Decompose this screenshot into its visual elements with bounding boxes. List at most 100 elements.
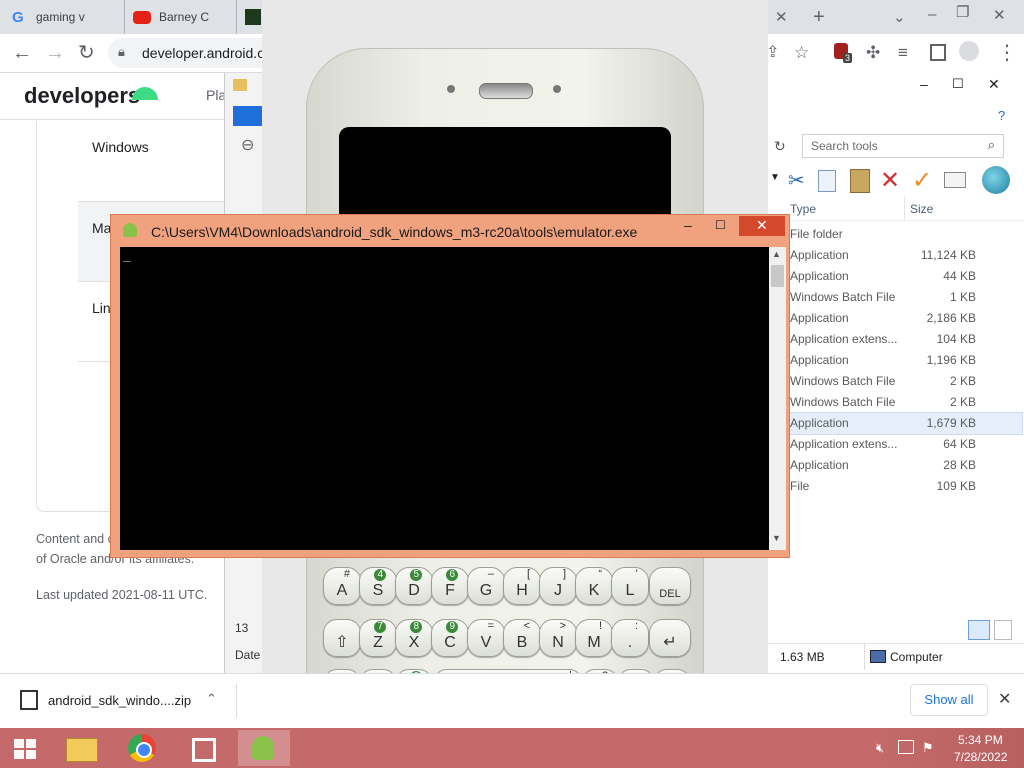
cut-scissors-icon[interactable]: ✂ <box>788 168 805 193</box>
keyboard-key[interactable]: A # <box>323 567 361 605</box>
console-close-button[interactable]: ✕ <box>739 216 785 236</box>
download-item[interactable]: android_sdk_windo....zip ⌃ <box>8 682 234 720</box>
side-panel-icon[interactable] <box>930 44 946 61</box>
keyboard-key[interactable]: F6 <box>431 567 469 605</box>
tab-search-chevron-icon[interactable]: ⌄ <box>893 8 906 26</box>
network-icon[interactable] <box>898 740 914 754</box>
key-label: DEL <box>659 588 681 600</box>
file-row[interactable]: Windows Batch File 2 KB <box>790 371 1022 392</box>
clock-time[interactable]: 5:34 PM <box>958 733 1003 747</box>
file-row[interactable]: File folder <box>790 224 1022 245</box>
scroll-down-icon[interactable]: ▼ <box>772 533 781 543</box>
scroll-up-icon[interactable]: ▲ <box>772 249 781 259</box>
keyboard-key[interactable]: D5 <box>395 567 433 605</box>
tab-youtube[interactable]: Barney C <box>124 0 243 34</box>
close-download-bar-icon[interactable]: ✕ <box>998 689 1011 709</box>
file-row[interactable]: Windows Batch File 1 KB <box>790 287 1022 308</box>
chevron-up-icon[interactable]: ⌃ <box>206 691 217 707</box>
reading-list-icon[interactable]: ≡ <box>898 43 908 63</box>
console-minimize-icon[interactable]: – <box>684 217 692 233</box>
android-logo-icon <box>132 87 158 100</box>
shell-icon[interactable] <box>982 166 1010 194</box>
keyboard-key[interactable]: X8 <box>395 619 433 657</box>
checkmark-icon[interactable]: ✓ <box>912 166 932 195</box>
tiles-view-icon[interactable] <box>994 620 1012 640</box>
file-row[interactable]: Application 11,124 KB <box>790 245 1022 266</box>
date-column-header[interactable]: Date <box>235 648 260 662</box>
keyboard-key[interactable]: H[ <box>503 567 541 605</box>
paste-clipboard-icon[interactable] <box>850 169 870 193</box>
file-row[interactable]: Application 44 KB <box>790 266 1022 287</box>
taskbar-task-view[interactable] <box>176 730 228 766</box>
keyboard-key[interactable]: V = <box>467 619 505 657</box>
file-row[interactable]: Application 2,186 KB <box>790 308 1022 329</box>
keyboard-key[interactable]: C9 <box>431 619 469 657</box>
keyboard-key[interactable]: G – <box>467 567 505 605</box>
keyboard-key[interactable]: Z7 <box>359 619 397 657</box>
file-row[interactable]: Application extens... 64 KB <box>790 434 1022 455</box>
url-text: developer.android.c <box>142 45 265 61</box>
show-all-button[interactable]: Show all <box>910 684 988 716</box>
new-tab-icon[interactable]: + <box>813 6 825 29</box>
scrollbar-thumb[interactable] <box>771 265 784 287</box>
key-alt-label: [ <box>526 568 530 580</box>
minimize-icon[interactable]: – <box>928 6 936 23</box>
properties-icon[interactable] <box>944 172 966 188</box>
file-row[interactable]: Application 1,196 KB <box>790 350 1022 371</box>
restore-icon[interactable]: ❐ <box>956 3 969 21</box>
explorer-maximize-icon[interactable]: ☐ <box>952 76 964 92</box>
bookmark-star-icon[interactable]: ☆ <box>794 43 809 63</box>
back-arrow-icon[interactable]: ← <box>12 43 32 63</box>
keyboard-key[interactable]: .: <box>611 619 649 657</box>
taskbar-file-explorer[interactable] <box>56 730 108 766</box>
action-center-flag-icon[interactable]: ⚑ <box>922 740 934 756</box>
size-column-header[interactable]: Size <box>910 202 933 216</box>
console-maximize-icon[interactable]: ☐ <box>715 218 726 232</box>
copy-icon[interactable] <box>818 170 836 192</box>
ribbon-help-icon[interactable]: ? <box>998 108 1005 123</box>
keyboard-key[interactable]: DEL <box>649 567 691 605</box>
start-button[interactable] <box>0 730 52 766</box>
reload-icon[interactable]: ↻ <box>78 43 95 63</box>
console-output[interactable]: _ <box>120 247 769 550</box>
explorer-search-input[interactable]: Search tools ⌕ <box>802 134 1004 158</box>
volume-muted-icon[interactable]: 🔇︎ <box>876 740 884 756</box>
keyboard-key[interactable]: L’ <box>611 567 649 605</box>
taskbar-chrome[interactable] <box>116 730 168 766</box>
type-column-header[interactable]: Type <box>790 202 816 216</box>
file-row[interactable]: Application 28 KB <box>790 455 1022 476</box>
menu-kebab-icon[interactable]: ⋮ <box>997 43 1017 63</box>
clock-date[interactable]: 7/28/2022 <box>954 750 1007 764</box>
close-tab-icon[interactable]: ✕ <box>775 8 788 26</box>
file-row[interactable]: File 109 KB <box>790 476 1022 497</box>
console-scrollbar[interactable]: ▲ ▼ <box>769 247 786 550</box>
extensions-puzzle-icon[interactable]: ✣ <box>866 43 880 63</box>
file-row[interactable]: Windows Batch File 2 KB <box>790 392 1022 413</box>
explorer-minimize-icon[interactable]: – <box>920 76 928 92</box>
share-icon[interactable]: ⇪ <box>766 43 779 63</box>
keyboard-key[interactable]: M! <box>575 619 613 657</box>
explorer-back-icon[interactable]: ⊖ <box>241 135 254 155</box>
explorer-close-icon[interactable]: ✕ <box>988 76 1000 93</box>
details-view-icon[interactable] <box>968 620 990 640</box>
forward-arrow-icon[interactable]: → <box>45 43 65 63</box>
keyboard-key[interactable]: S4 <box>359 567 397 605</box>
keyboard-key[interactable]: B < <box>503 619 541 657</box>
profile-avatar-icon[interactable] <box>959 41 979 61</box>
file-tab[interactable] <box>233 106 265 126</box>
keyboard-key[interactable]: ↵ <box>649 619 691 657</box>
tab-google[interactable]: G gaming v <box>12 0 120 34</box>
file-row[interactable]: Application extens... 104 KB <box>790 329 1022 350</box>
refresh-icon[interactable]: ↻ <box>774 138 786 155</box>
keyboard-key[interactable]: ⇧ <box>323 619 361 657</box>
taskbar-android-emulator[interactable] <box>238 730 290 766</box>
delete-x-icon[interactable]: ✕ <box>880 166 900 195</box>
keyboard-key[interactable]: K “ <box>575 567 613 605</box>
file-type: File <box>790 479 810 493</box>
dropdown-arrow-icon[interactable]: ▼ <box>770 172 780 183</box>
keyboard-key[interactable]: N > <box>539 619 577 657</box>
file-row[interactable]: Application 1,679 KB <box>789 412 1023 435</box>
google-icon: G <box>12 9 24 26</box>
keyboard-key[interactable]: J] <box>539 567 577 605</box>
close-window-icon[interactable]: ✕ <box>993 6 1006 24</box>
